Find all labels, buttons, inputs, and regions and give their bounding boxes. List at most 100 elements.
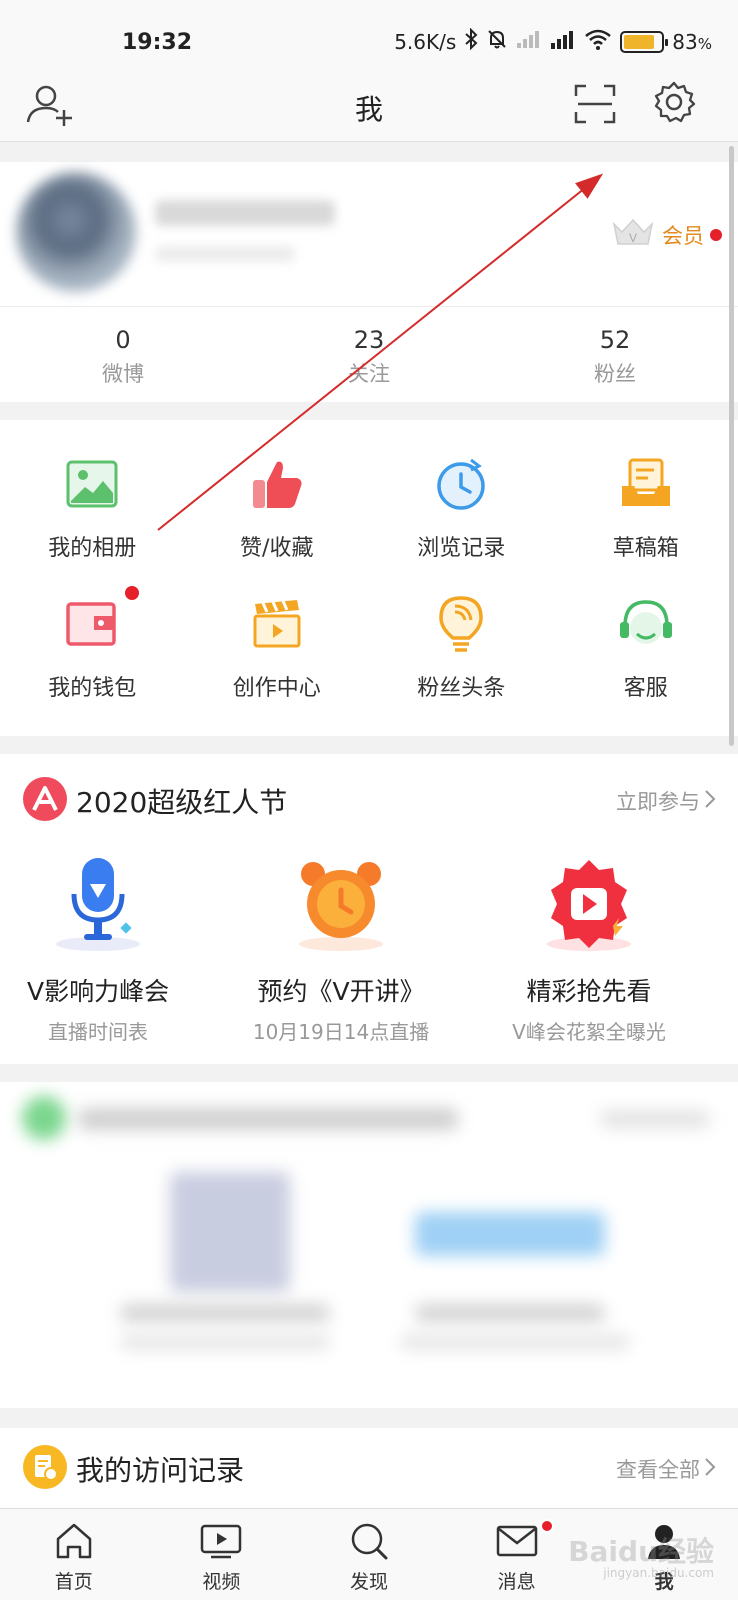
stat-fans[interactable]: 52 粉丝 (492, 326, 738, 388)
chevron-right-icon (704, 789, 716, 814)
stat-label: 微博 (102, 362, 144, 386)
grid-label: 粉丝头条 (417, 676, 506, 701)
feature-grid-card: 我的相册 赞/收藏 浏览记录 草稿箱 我的钱包 创作中心 粉丝头条 客服 (0, 420, 738, 736)
grid-item-creator-center[interactable]: 创作中心 (185, 594, 370, 702)
visit-history-title: 我的访问记录 (76, 1454, 245, 1487)
scan-icon[interactable] (574, 84, 616, 128)
video-icon (199, 1521, 243, 1565)
play-badge-icon (539, 854, 639, 954)
blurred-banner (415, 1212, 605, 1256)
grid-label: 草稿箱 (612, 536, 679, 561)
festival-item-title: 预约《V开讲》 (257, 977, 425, 1006)
watermark-url: jingyan.baidu.com (603, 1566, 714, 1580)
festival-item-summit[interactable]: V影响力峰会 直播时间表 (0, 854, 212, 1045)
divider (0, 306, 738, 307)
avatar[interactable] (16, 172, 136, 292)
grid-label: 赞/收藏 (240, 536, 314, 561)
profile-stats: 0 微博 23 关注 52 粉丝 (0, 326, 738, 388)
blurred-text (120, 1304, 330, 1322)
vip-entry[interactable]: V 会员 (610, 214, 722, 256)
festival-item-sub: V峰会花絮全曝光 (512, 1020, 666, 1044)
top-nav-bar: 我 (0, 70, 738, 142)
tab-label: 发现 (349, 1571, 388, 1593)
status-indicators: 5.6K/s 83% (394, 27, 712, 55)
net-speed: 5.6K/s (394, 29, 457, 54)
grid-item-wallet[interactable]: 我的钱包 (0, 586, 185, 702)
search-icon (349, 1521, 389, 1565)
bluetooth-icon (464, 27, 478, 55)
alarm-clock-icon (291, 854, 391, 954)
stat-value: 52 (599, 326, 631, 354)
grid-item-customer-service[interactable]: 客服 (554, 594, 738, 702)
signal-weak-icon (516, 29, 542, 54)
stat-weibo[interactable]: 0 微博 (0, 326, 246, 388)
stat-label: 粉丝 (594, 362, 636, 386)
grid-item-fans-headline[interactable]: 粉丝头条 (369, 594, 554, 702)
grid-label: 创作中心 (232, 676, 321, 701)
grid-label: 我的钱包 (48, 676, 137, 701)
grid-item-drafts[interactable]: 草稿箱 (554, 454, 738, 562)
page-title: 我 (354, 93, 383, 126)
blurred-photo (170, 1172, 290, 1292)
festival-title: 2020超级红人节 (76, 786, 288, 819)
blurred-text (120, 1334, 330, 1350)
blurred-text (400, 1334, 630, 1350)
view-all-link[interactable]: 查看全部 (616, 1454, 716, 1484)
visit-history-card: 我的访问记录 查看全部 (0, 1428, 738, 1508)
stat-label: 关注 (348, 362, 390, 386)
festival-join-link[interactable]: 立即参与 (616, 786, 716, 816)
grid-label: 客服 (623, 676, 668, 701)
messages-notification-dot (540, 1519, 555, 1533)
festival-card: 2020超级红人节 立即参与 V影响力峰会 直播时间表 预约《V开讲》 10月1… (0, 754, 738, 1064)
festival-item-sub: 直播时间表 (48, 1020, 149, 1044)
vip-notification-dot (710, 229, 722, 241)
festival-items: V影响力峰会 直播时间表 预约《V开讲》 10月19日14点直播 精彩抢先看 V… (0, 854, 738, 1045)
stat-value: 0 (115, 326, 131, 354)
wifi-icon (584, 28, 612, 55)
tab-label: 视频 (202, 1571, 241, 1593)
grid-label: 浏览记录 (417, 536, 506, 561)
battery-fill (624, 34, 655, 49)
festival-item-title: V影响力峰会 (27, 977, 170, 1006)
microphone-icon (48, 854, 148, 954)
vip-label: 会员 (662, 224, 704, 248)
signal-hd-icon (550, 28, 576, 55)
grid-item-history[interactable]: 浏览记录 (369, 454, 554, 562)
profile-card[interactable]: V 会员 0 微博 23 关注 52 粉丝 (0, 162, 738, 402)
blurred-section-title (78, 1108, 458, 1130)
settings-gear-icon[interactable] (652, 80, 696, 128)
stat-following[interactable]: 23 关注 (246, 326, 492, 388)
blurred-section-icon (22, 1096, 66, 1140)
crown-icon: V (610, 214, 656, 256)
grid-item-likes[interactable]: 赞/收藏 (185, 454, 370, 562)
drafts-icon (616, 454, 676, 514)
tab-home[interactable]: 首页 (0, 1509, 148, 1600)
tab-discover[interactable]: 发现 (295, 1509, 443, 1600)
bulb-icon (431, 594, 491, 654)
stat-value: 23 (353, 326, 385, 354)
tab-label: 首页 (54, 1571, 93, 1593)
festival-item-title: 精彩抢先看 (526, 977, 652, 1006)
festival-item-reserve[interactable]: 预约《V开讲》 10月19日14点直播 (212, 854, 470, 1045)
tab-label: 消息 (497, 1571, 536, 1593)
grid-item-album[interactable]: 我的相册 (0, 454, 185, 562)
scrollbar[interactable] (729, 146, 734, 746)
battery-icon (620, 30, 669, 53)
tab-video[interactable]: 视频 (148, 1509, 296, 1600)
status-time: 19:32 (122, 30, 193, 55)
visit-history-header: 我的访问记录 (22, 1444, 244, 1494)
wallet-icon (62, 594, 122, 654)
thumbs-up-icon (247, 454, 307, 514)
home-icon (54, 1521, 94, 1565)
grid-label: 我的相册 (48, 536, 137, 561)
watermark-logo: Baidu经验 (568, 1535, 714, 1568)
album-icon (62, 454, 122, 514)
festival-item-preview[interactable]: 精彩抢先看 V峰会花絮全曝光 (470, 854, 708, 1045)
history-clock-icon (431, 454, 491, 514)
battery-percent: 83% (672, 29, 712, 54)
mute-bell-icon (486, 28, 508, 55)
festival-logo-icon (22, 776, 68, 826)
svg-text:V: V (629, 231, 637, 245)
clapperboard-icon (247, 594, 307, 654)
festival-item-sub: 10月19日14点直播 (252, 1020, 430, 1044)
